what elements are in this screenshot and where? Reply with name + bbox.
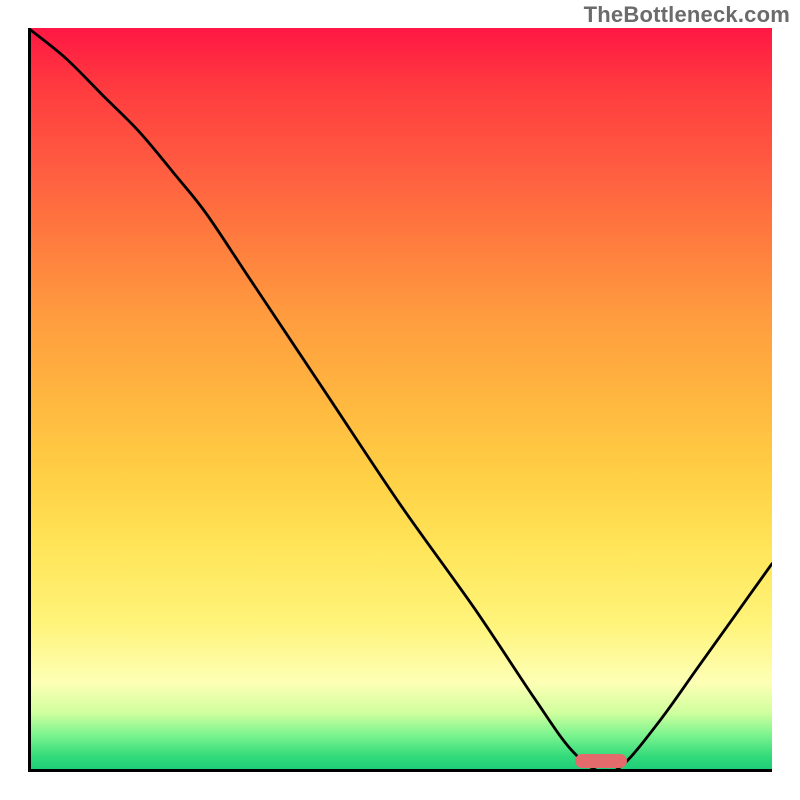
watermark-text: TheBottleneck.com <box>584 2 790 28</box>
chart-axes <box>28 28 772 772</box>
